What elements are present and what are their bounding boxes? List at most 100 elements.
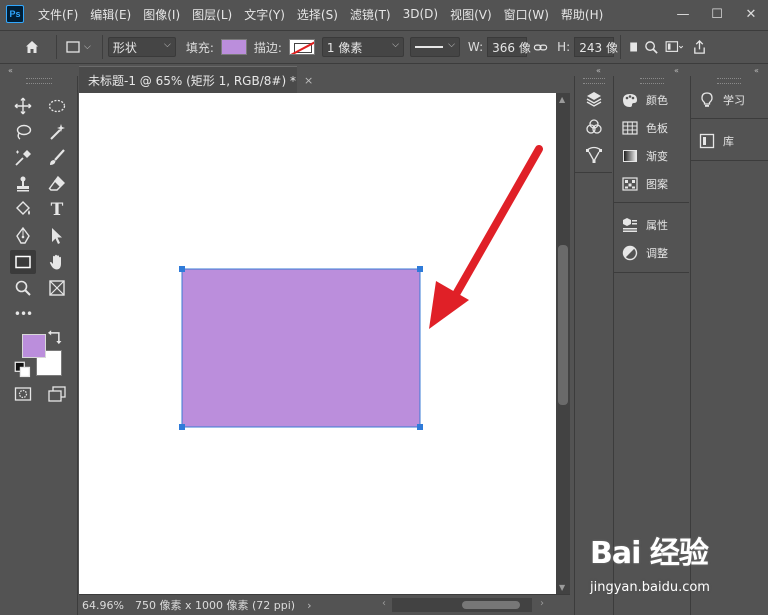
restore-button[interactable]: ☐: [700, 0, 734, 28]
transform-handle[interactable]: [417, 266, 423, 272]
width-input[interactable]: 366 像: [487, 37, 531, 57]
menu-layer[interactable]: 图层(L): [186, 6, 238, 23]
zoom-tool-icon[interactable]: [10, 276, 36, 300]
menu-image[interactable]: 图像(I): [137, 6, 186, 23]
chevron-down-icon[interactable]: ⌵: [84, 42, 91, 52]
swap-colors-icon[interactable]: [46, 330, 64, 346]
panel-tab-label: 属性: [646, 219, 668, 232]
stroke-width-field[interactable]: 1 像素 ⌵: [321, 37, 404, 57]
panel-tab-learn[interactable]: 学习: [697, 89, 745, 111]
panel-tab-adjustments[interactable]: 调整: [620, 242, 668, 264]
panel-tab-swatches[interactable]: 色板: [620, 117, 668, 139]
eraser-tool-icon[interactable]: [44, 172, 70, 196]
panel-tab-label: 学习: [723, 94, 745, 107]
toolbar-collapse-button[interactable]: «: [8, 66, 28, 76]
scroll-right-icon[interactable]: ›: [540, 598, 544, 609]
stroke-color-swatch[interactable]: [288, 39, 315, 55]
tool-mode-value: 形状: [112, 40, 137, 55]
pen-tool-icon[interactable]: [10, 224, 36, 248]
stroke-label: 描边:: [253, 40, 282, 55]
paths-icon[interactable]: [584, 145, 604, 165]
menu-view[interactable]: 视图(V): [444, 6, 498, 23]
transform-handle[interactable]: [417, 424, 423, 430]
separator: [56, 35, 57, 59]
zoom-level[interactable]: 64.96%: [79, 599, 135, 612]
scroll-down-icon[interactable]: ▼: [559, 583, 565, 592]
scroll-up-icon[interactable]: ▲: [559, 95, 565, 104]
foreground-color-swatch[interactable]: [22, 334, 46, 358]
frame-tool-icon[interactable]: [44, 276, 70, 300]
panel-tab-libraries[interactable]: 库: [697, 130, 734, 152]
path-selection-tool-icon[interactable]: [44, 224, 70, 248]
panel-tab-gradients[interactable]: 渐变: [620, 145, 668, 167]
rectangle-tool-icon[interactable]: [10, 250, 36, 274]
close-window-button[interactable]: ✕: [734, 0, 768, 28]
gradient-icon: [620, 147, 640, 165]
properties-icon: [620, 216, 640, 234]
layers-icon[interactable]: [584, 89, 604, 109]
share-icon[interactable]: [688, 37, 710, 57]
transform-handle[interactable]: [179, 266, 185, 272]
stroke-width-value: 1 像素: [326, 40, 363, 55]
menu-file[interactable]: 文件(F): [32, 6, 84, 23]
rectangle-tool-preset-icon[interactable]: [62, 37, 84, 57]
hand-tool-icon[interactable]: [44, 250, 70, 274]
screen-mode-icon[interactable]: [44, 382, 70, 406]
menu-select[interactable]: 选择(S): [291, 6, 344, 23]
panel-grip: [717, 78, 741, 84]
home-icon[interactable]: [20, 37, 44, 57]
panel-collapse-button[interactable]: «: [754, 66, 768, 76]
panel-collapse-button[interactable]: «: [596, 66, 610, 76]
vertical-scrollbar[interactable]: ▲ ▼: [556, 93, 570, 594]
move-tool-icon[interactable]: [10, 94, 36, 118]
paint-bucket-tool-icon[interactable]: [10, 198, 36, 222]
magic-wand-tool-icon[interactable]: [44, 120, 70, 144]
crop-eyedropper-tool-icon[interactable]: [10, 146, 36, 170]
tool-mode-select[interactable]: 形状 ⌵: [107, 37, 176, 57]
quick-mask-icon[interactable]: [10, 382, 36, 406]
patterns-icon: [620, 175, 640, 193]
panel-tab-properties[interactable]: 属性: [620, 214, 668, 236]
panel-grip: [640, 78, 664, 84]
menu-filter[interactable]: 滤镜(T): [344, 6, 397, 23]
panel-collapse-button[interactable]: «: [674, 66, 688, 76]
minimize-button[interactable]: —: [666, 0, 700, 28]
transform-handle[interactable]: [179, 424, 185, 430]
menu-3d[interactable]: 3D(D): [397, 7, 444, 21]
workspace-switcher-icon[interactable]: [660, 37, 688, 57]
height-input[interactable]: 243 像: [574, 37, 618, 57]
link-icon[interactable]: [530, 37, 550, 57]
channels-icon[interactable]: [584, 117, 604, 137]
panel-tab-color[interactable]: 颜色: [620, 89, 668, 111]
menu-window[interactable]: 窗口(W): [498, 6, 555, 23]
menu-help[interactable]: 帮助(H): [555, 6, 609, 23]
search-icon[interactable]: [642, 37, 660, 57]
stroke-type-select[interactable]: ⌵: [409, 37, 460, 57]
horizontal-scroll-thumb[interactable]: [462, 601, 520, 609]
status-menu-chevron-icon[interactable]: ›: [307, 599, 311, 612]
document-tab[interactable]: 未标题-1 @ 65% (矩形 1, RGB/8#) * ×: [79, 66, 313, 93]
horizontal-scrollbar[interactable]: ‹ ›: [382, 598, 544, 612]
lasso-tool-icon[interactable]: [10, 120, 36, 144]
rectangle-shape[interactable]: [181, 268, 421, 428]
canvas[interactable]: [79, 93, 556, 594]
divider: [691, 118, 768, 119]
default-colors-icon[interactable]: [14, 361, 32, 378]
panel-tab-patterns[interactable]: 图案: [620, 173, 668, 195]
fill-color-swatch[interactable]: [220, 39, 247, 55]
type-tool-icon[interactable]: T: [44, 198, 70, 222]
menu-edit[interactable]: 编辑(E): [84, 6, 137, 23]
watermark-logo: Bai 经验: [590, 536, 709, 571]
more-tools-icon[interactable]: •••: [10, 302, 36, 326]
close-icon[interactable]: ×: [304, 74, 313, 87]
brush-tool-icon[interactable]: [44, 146, 70, 170]
divider: [691, 160, 768, 161]
path-operations-icon[interactable]: [626, 37, 642, 57]
elliptical-marquee-tool-icon[interactable]: [44, 94, 70, 118]
document-tab-title: 未标题-1 @ 65% (矩形 1, RGB/8#) *: [88, 73, 296, 88]
clone-stamp-tool-icon[interactable]: [10, 172, 36, 196]
panel-grip: [26, 78, 52, 84]
vertical-scroll-thumb[interactable]: [558, 245, 568, 405]
scroll-left-icon[interactable]: ‹: [382, 598, 386, 609]
menu-type[interactable]: 文字(Y): [238, 6, 291, 23]
